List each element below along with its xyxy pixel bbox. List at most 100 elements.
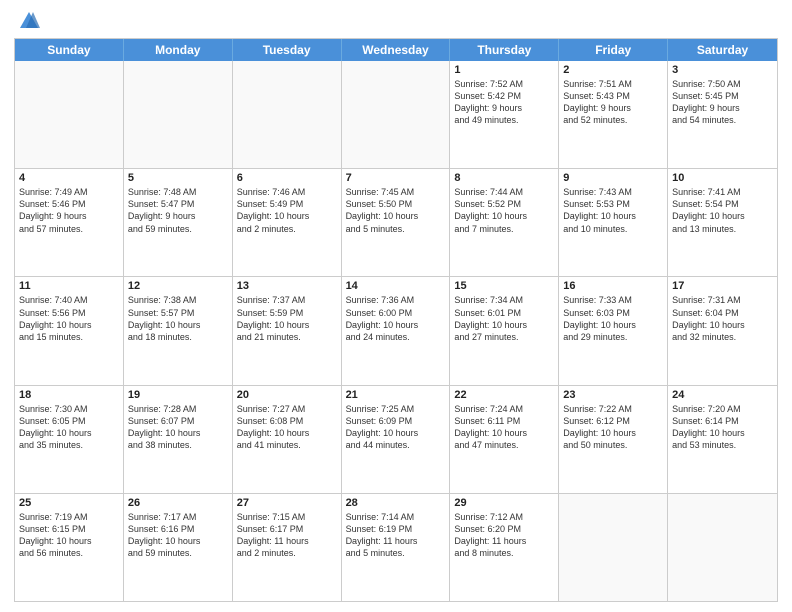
cell-text: Sunrise: 7:12 AM Sunset: 6:20 PM Dayligh… [454,511,554,560]
cell-text: Sunrise: 7:44 AM Sunset: 5:52 PM Dayligh… [454,186,554,235]
calendar-header: SundayMondayTuesdayWednesdayThursdayFrid… [15,39,777,61]
day-number: 15 [454,280,554,292]
day-number: 4 [19,172,119,184]
day-number: 2 [563,64,663,76]
cal-cell [559,494,668,601]
cal-cell: 27 Sunrise: 7:15 AM Sunset: 6:17 PM Dayli… [233,494,342,601]
cell-text: Sunrise: 7:28 AM Sunset: 6:07 PM Dayligh… [128,403,228,452]
day-number: 10 [672,172,773,184]
cal-cell: 1 Sunrise: 7:52 AM Sunset: 5:42 PM Daylig… [450,61,559,168]
cell-text: Sunrise: 7:45 AM Sunset: 5:50 PM Dayligh… [346,186,446,235]
day-number: 25 [19,497,119,509]
day-number: 7 [346,172,446,184]
cal-cell: 21 Sunrise: 7:25 AM Sunset: 6:09 PM Dayli… [342,386,451,493]
cal-cell: 16 Sunrise: 7:33 AM Sunset: 6:03 PM Dayli… [559,277,668,384]
day-number: 29 [454,497,554,509]
cell-text: Sunrise: 7:36 AM Sunset: 6:00 PM Dayligh… [346,294,446,343]
header-day-friday: Friday [559,39,668,61]
cal-row-3: 18 Sunrise: 7:30 AM Sunset: 6:05 PM Dayli… [15,385,777,493]
day-number: 28 [346,497,446,509]
cell-text: Sunrise: 7:15 AM Sunset: 6:17 PM Dayligh… [237,511,337,560]
day-number: 24 [672,389,773,401]
cell-text: Sunrise: 7:37 AM Sunset: 5:59 PM Dayligh… [237,294,337,343]
logo [14,10,42,32]
cal-cell: 5 Sunrise: 7:48 AM Sunset: 5:47 PM Daylig… [124,169,233,276]
cell-text: Sunrise: 7:20 AM Sunset: 6:14 PM Dayligh… [672,403,773,452]
logo-area [14,10,42,32]
header-day-sunday: Sunday [15,39,124,61]
cal-cell: 2 Sunrise: 7:51 AM Sunset: 5:43 PM Daylig… [559,61,668,168]
cell-text: Sunrise: 7:43 AM Sunset: 5:53 PM Dayligh… [563,186,663,235]
cell-text: Sunrise: 7:25 AM Sunset: 6:09 PM Dayligh… [346,403,446,452]
cal-cell: 4 Sunrise: 7:49 AM Sunset: 5:46 PM Daylig… [15,169,124,276]
cal-cell: 9 Sunrise: 7:43 AM Sunset: 5:53 PM Daylig… [559,169,668,276]
cell-text: Sunrise: 7:49 AM Sunset: 5:46 PM Dayligh… [19,186,119,235]
day-number: 26 [128,497,228,509]
day-number: 1 [454,64,554,76]
cell-text: Sunrise: 7:22 AM Sunset: 6:12 PM Dayligh… [563,403,663,452]
cal-cell: 22 Sunrise: 7:24 AM Sunset: 6:11 PM Dayli… [450,386,559,493]
cell-text: Sunrise: 7:52 AM Sunset: 5:42 PM Dayligh… [454,78,554,127]
day-number: 5 [128,172,228,184]
cal-cell: 14Sunrise: 7:36 AM Sunset: 6:00 PM Dayli… [342,277,451,384]
cal-cell: 23 Sunrise: 7:22 AM Sunset: 6:12 PM Dayli… [559,386,668,493]
day-number: 16 [563,280,663,292]
cal-cell: 18 Sunrise: 7:30 AM Sunset: 6:05 PM Dayli… [15,386,124,493]
cal-cell [668,494,777,601]
day-number: 8 [454,172,554,184]
cell-text: Sunrise: 7:14 AM Sunset: 6:19 PM Dayligh… [346,511,446,560]
cal-cell: 29 Sunrise: 7:12 AM Sunset: 6:20 PM Dayli… [450,494,559,601]
cal-cell: 3 Sunrise: 7:50 AM Sunset: 5:45 PM Daylig… [668,61,777,168]
cal-row-0: 1 Sunrise: 7:52 AM Sunset: 5:42 PM Daylig… [15,61,777,168]
cal-cell: 25Sunrise: 7:19 AM Sunset: 6:15 PM Dayli… [15,494,124,601]
header-day-wednesday: Wednesday [342,39,451,61]
cell-text: Sunrise: 7:51 AM Sunset: 5:43 PM Dayligh… [563,78,663,127]
cal-row-4: 25Sunrise: 7:19 AM Sunset: 6:15 PM Dayli… [15,493,777,601]
cell-text: Sunrise: 7:41 AM Sunset: 5:54 PM Dayligh… [672,186,773,235]
day-number: 22 [454,389,554,401]
day-number: 13 [237,280,337,292]
cal-cell: 28 Sunrise: 7:14 AM Sunset: 6:19 PM Dayli… [342,494,451,601]
day-number: 20 [237,389,337,401]
logo-icon [18,10,40,32]
cell-text: Sunrise: 7:48 AM Sunset: 5:47 PM Dayligh… [128,186,228,235]
cal-cell: 11Sunrise: 7:40 AM Sunset: 5:56 PM Dayli… [15,277,124,384]
cell-text: Sunrise: 7:24 AM Sunset: 6:11 PM Dayligh… [454,403,554,452]
cal-cell: 19 Sunrise: 7:28 AM Sunset: 6:07 PM Dayli… [124,386,233,493]
day-number: 6 [237,172,337,184]
day-number: 12 [128,280,228,292]
cal-row-2: 11Sunrise: 7:40 AM Sunset: 5:56 PM Dayli… [15,276,777,384]
cell-text: Sunrise: 7:27 AM Sunset: 6:08 PM Dayligh… [237,403,337,452]
cal-row-1: 4 Sunrise: 7:49 AM Sunset: 5:46 PM Daylig… [15,168,777,276]
cell-text: Sunrise: 7:33 AM Sunset: 6:03 PM Dayligh… [563,294,663,343]
cal-cell [342,61,451,168]
cal-cell: 17Sunrise: 7:31 AM Sunset: 6:04 PM Dayli… [668,277,777,384]
cell-text: Sunrise: 7:34 AM Sunset: 6:01 PM Dayligh… [454,294,554,343]
cell-text: Sunrise: 7:17 AM Sunset: 6:16 PM Dayligh… [128,511,228,560]
header-day-monday: Monday [124,39,233,61]
cell-text: Sunrise: 7:50 AM Sunset: 5:45 PM Dayligh… [672,78,773,127]
day-number: 18 [19,389,119,401]
day-number: 9 [563,172,663,184]
day-number: 3 [672,64,773,76]
day-number: 21 [346,389,446,401]
cal-cell: 26 Sunrise: 7:17 AM Sunset: 6:16 PM Dayli… [124,494,233,601]
cell-text: Sunrise: 7:40 AM Sunset: 5:56 PM Dayligh… [19,294,119,343]
cell-text: Sunrise: 7:30 AM Sunset: 6:05 PM Dayligh… [19,403,119,452]
calendar: SundayMondayTuesdayWednesdayThursdayFrid… [14,38,778,602]
cal-cell [15,61,124,168]
header-day-tuesday: Tuesday [233,39,342,61]
cell-text: Sunrise: 7:31 AM Sunset: 6:04 PM Dayligh… [672,294,773,343]
cal-cell: 8 Sunrise: 7:44 AM Sunset: 5:52 PM Daylig… [450,169,559,276]
header-day-thursday: Thursday [450,39,559,61]
day-number: 19 [128,389,228,401]
cell-text: Sunrise: 7:46 AM Sunset: 5:49 PM Dayligh… [237,186,337,235]
day-number: 27 [237,497,337,509]
cell-text: Sunrise: 7:38 AM Sunset: 5:57 PM Dayligh… [128,294,228,343]
cal-cell [233,61,342,168]
cal-cell: 12 Sunrise: 7:38 AM Sunset: 5:57 PM Dayli… [124,277,233,384]
header-day-saturday: Saturday [668,39,777,61]
cal-cell: 24 Sunrise: 7:20 AM Sunset: 6:14 PM Dayli… [668,386,777,493]
day-number: 23 [563,389,663,401]
cal-cell: 20 Sunrise: 7:27 AM Sunset: 6:08 PM Dayli… [233,386,342,493]
